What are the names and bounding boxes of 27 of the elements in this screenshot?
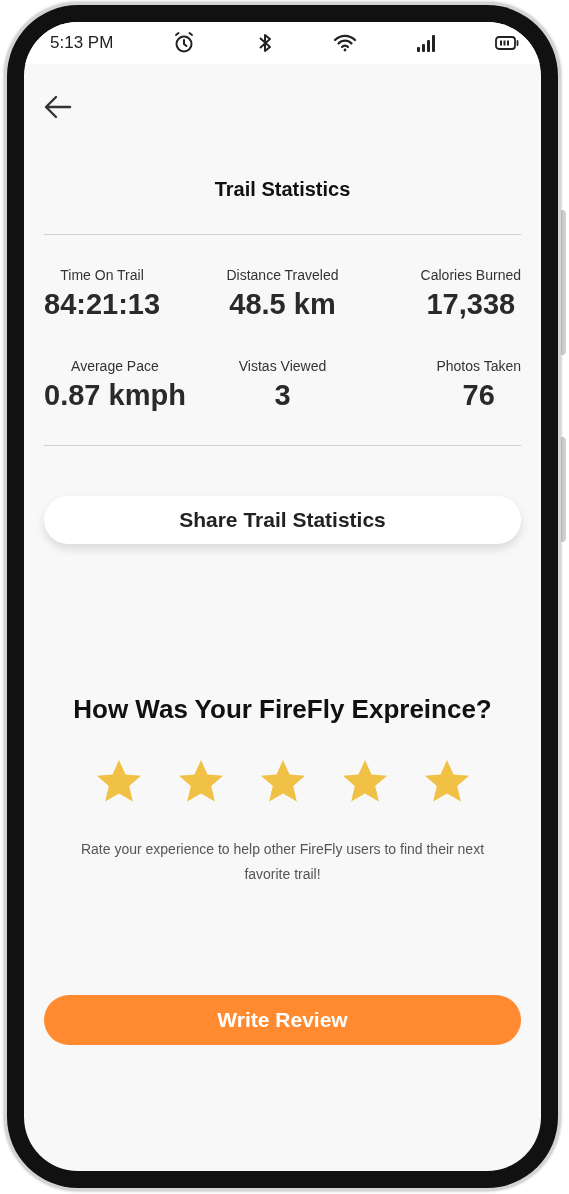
stat-value: 48.5 km bbox=[229, 287, 336, 322]
signal-icon bbox=[415, 33, 436, 53]
rating-hint: Rate your experience to help other FireFly users to find their next favorite trail! bbox=[79, 840, 486, 884]
page-title: Trail Statistics bbox=[213, 177, 352, 202]
stat-label: Average Pace bbox=[71, 357, 159, 376]
share-button[interactable]: Share Trail Statistics bbox=[44, 496, 521, 544]
stat-value: 0.87 kmph bbox=[44, 378, 186, 413]
filled-star-icon[interactable] bbox=[177, 759, 224, 803]
status-time: 5:13 PM bbox=[50, 32, 114, 55]
filled-star-icon[interactable] bbox=[259, 759, 306, 803]
stat-label: Vistas Viewed bbox=[238, 357, 327, 376]
filled-star-icon[interactable] bbox=[95, 759, 142, 803]
stat-label: Calories Burned bbox=[420, 266, 521, 285]
filled-star-icon[interactable] bbox=[423, 759, 470, 803]
back-button[interactable] bbox=[44, 94, 74, 120]
stat-label: Distance Traveled bbox=[226, 266, 339, 285]
stat-value: 3 bbox=[274, 378, 291, 413]
wifi-icon bbox=[332, 33, 357, 53]
stat-value: 17,338 bbox=[426, 287, 516, 322]
rating-question: How Was Your FireFly Expreince? bbox=[72, 693, 493, 726]
battery-icon bbox=[494, 35, 519, 51]
stat-label: Time On Trail bbox=[60, 266, 144, 285]
back-arrow-icon bbox=[44, 95, 72, 119]
stat-value: 84:21:13 bbox=[44, 287, 161, 322]
stat-value: 76 bbox=[462, 378, 495, 413]
stat-label: Photos Taken bbox=[436, 357, 521, 376]
filled-star-icon[interactable] bbox=[341, 759, 388, 803]
